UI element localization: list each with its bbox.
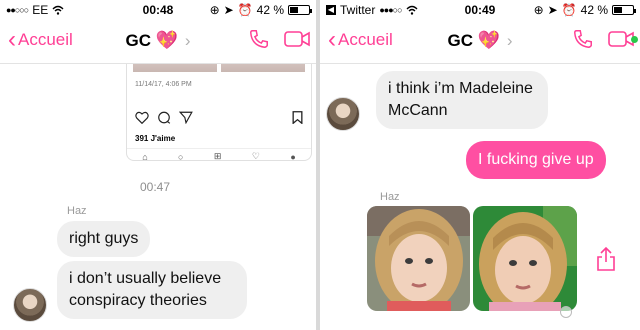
message-timestamp: 00:47 (140, 180, 171, 194)
battery-percent: 42 % (256, 3, 284, 17)
shared-photo[interactable] (473, 206, 577, 311)
heart-icon[interactable] (135, 111, 149, 124)
shared-post[interactable]: 11/14/17, 4:06 PM 391 J'aime ⌂ ○ ⊞ ♡ ● (126, 64, 312, 161)
scroll-indicator[interactable] (560, 306, 572, 318)
nav-bar: ‹ Accueil GC 💖 › (0, 20, 316, 64)
sent-message-bubble[interactable]: I fucking give up (466, 141, 606, 179)
title-text: GC (125, 31, 151, 50)
child-photo-1 (367, 206, 470, 311)
heart-icon: 💖 (477, 30, 501, 50)
video-call-button[interactable] (608, 30, 638, 48)
message-bubble[interactable]: right guys (57, 221, 151, 257)
title-text: GC (447, 31, 473, 50)
share-icon[interactable] (596, 246, 616, 272)
status-bar: ●●○○○ EE 00:48 ⊕ ➤ ⏰ 42 % (0, 0, 316, 20)
online-indicator (631, 36, 638, 43)
message-bubble[interactable]: i don’t usually believe conspiracy theor… (57, 261, 247, 319)
add-icon[interactable]: ⊞ (214, 151, 222, 160)
post-image (221, 64, 305, 72)
chevron-right-icon: › (184, 31, 191, 50)
alarm-icon: ⏰ (237, 3, 253, 17)
location-icon: ➤ (223, 3, 234, 17)
video-icon[interactable] (284, 30, 310, 48)
profile-icon[interactable]: ● (290, 152, 295, 161)
post-tab-bar: ⌂ ○ ⊞ ♡ ● (127, 148, 311, 161)
post-date: 11/14/17, 4:06 PM (135, 81, 192, 88)
nav-bar: ‹ Accueil GC 💖 › (320, 20, 640, 64)
chevron-right-icon: › (506, 31, 513, 50)
battery-icon (612, 5, 636, 15)
activity-icon[interactable]: ♡ (252, 151, 260, 160)
left-screenshot: ●●○○○ EE 00:48 ⊕ ➤ ⏰ 42 % ‹ Accueil GC 💖… (0, 0, 316, 330)
avatar[interactable] (13, 288, 47, 322)
battery-percent: 42 % (580, 3, 608, 17)
right-screenshot: ◀ Twitter ●●●○○ 00:49 ⊕ ➤ ⏰ 42 % ‹ Accue… (320, 0, 640, 330)
alarm-icon: ⏰ (561, 3, 577, 17)
post-likes: 391 J'aime (135, 134, 176, 143)
location-icon: ➤ (547, 3, 558, 17)
lock-rotation-icon: ⊕ (209, 3, 220, 17)
phone-icon[interactable] (572, 28, 594, 50)
child-photo-2 (473, 206, 577, 311)
post-images (133, 64, 305, 72)
bookmark-icon[interactable] (292, 111, 303, 124)
phone-icon[interactable] (248, 28, 270, 50)
sender-name: Haz (67, 205, 87, 217)
heart-icon: 💖 (155, 30, 179, 50)
status-bar: ◀ Twitter ●●●○○ 00:49 ⊕ ➤ ⏰ 42 % (320, 0, 640, 20)
home-icon[interactable]: ⌂ (142, 152, 147, 161)
post-image (133, 64, 217, 72)
comment-icon[interactable] (157, 111, 171, 124)
sender-name: Haz (380, 191, 400, 203)
avatar[interactable] (326, 97, 360, 131)
message-bubble[interactable]: i think i’m Madeleine McCann (376, 71, 548, 129)
battery-icon (288, 5, 312, 15)
search-icon[interactable]: ○ (178, 152, 183, 161)
lock-rotation-icon: ⊕ (533, 3, 544, 17)
send-icon[interactable] (179, 111, 193, 124)
shared-photo[interactable] (367, 206, 470, 311)
